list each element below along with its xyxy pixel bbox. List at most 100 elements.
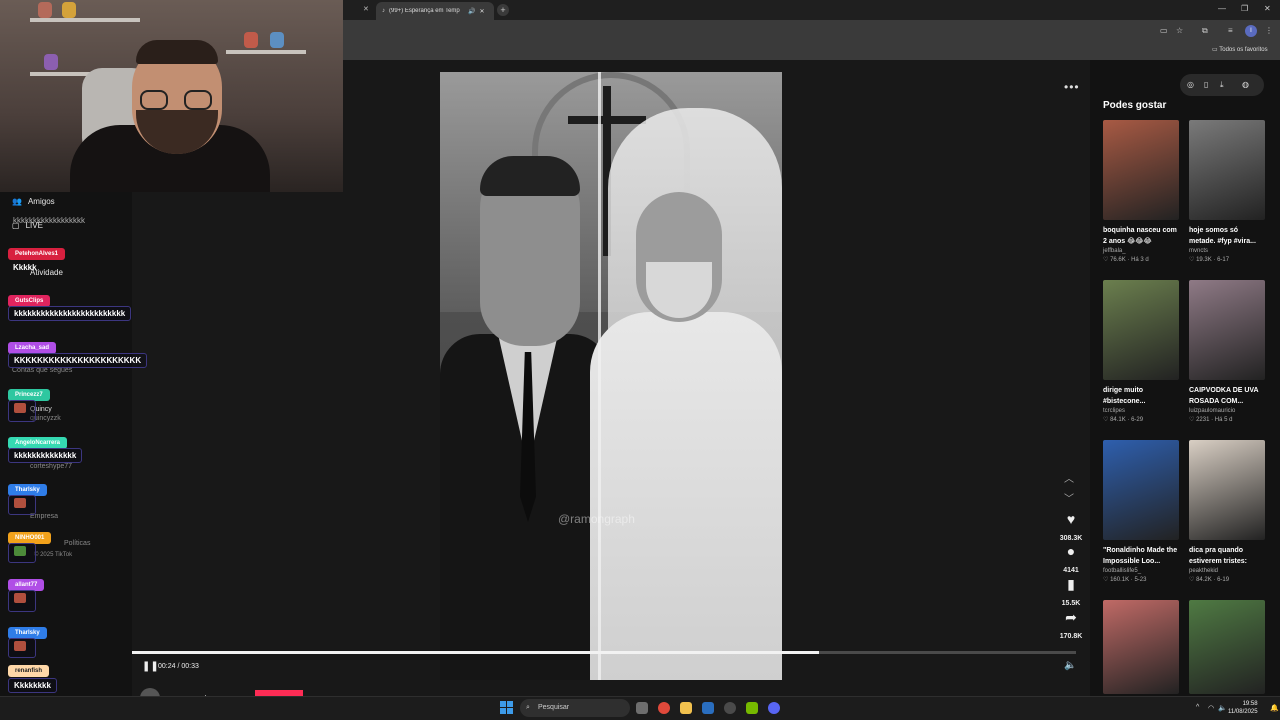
notifications-icon[interactable]: 🔔 [1270, 704, 1279, 712]
steam-icon[interactable] [702, 702, 714, 714]
tray-chevron-icon[interactable]: ^ [1196, 704, 1199, 711]
discord-icon[interactable] [768, 702, 780, 714]
torn-photo-line [598, 72, 601, 680]
close-icon[interactable]: ✕ [479, 8, 484, 15]
minimize-icon[interactable]: — [1218, 4, 1226, 13]
video-caption: CAIPVODKA DE UVA ROSADA COM... [1189, 387, 1259, 405]
suggested-video[interactable] [1103, 600, 1179, 694]
emote-image [14, 641, 26, 651]
crucifix-bar [568, 116, 646, 124]
chat-message [8, 400, 36, 422]
taskbar-clock[interactable]: 19:58 11/08/2025 [1228, 700, 1258, 716]
star-icon[interactable]: ☆ [1176, 26, 1183, 35]
chat-username: GutsClips [8, 289, 51, 307]
share-icon: ➦ [1065, 609, 1077, 625]
more-options-icon[interactable]: ••• [1064, 80, 1080, 94]
chevron-up-icon[interactable]: ︿ [1064, 470, 1074, 485]
video-thumbnail[interactable] [1103, 120, 1179, 220]
video-author: mvncts [1189, 248, 1209, 254]
suggested-video[interactable]: "Ronaldinho Made the Impossible Loo... f… [1103, 440, 1179, 583]
download-icon[interactable]: ⤓ [1220, 80, 1224, 90]
screen: 👥 Amigos ▢ LIVE Atividade Contas que seg… [0, 0, 1280, 720]
friends-icon: 👥 [12, 197, 22, 206]
speaker-icon[interactable]: 🔈 [1218, 704, 1227, 712]
figure [38, 2, 52, 18]
profile-avatar[interactable]: I [1245, 25, 1257, 37]
window-close-icon[interactable]: ✕ [1264, 4, 1271, 13]
phone-icon[interactable]: ▯ [1204, 80, 1208, 89]
comment-button[interactable]: ● 4141 [1056, 543, 1086, 577]
video-meta: ♡ 84.2K · 6-19 [1189, 577, 1230, 583]
wifi-icon[interactable]: ◠ [1208, 704, 1214, 712]
menu-icon[interactable]: ⋮ [1265, 26, 1273, 35]
like-button[interactable]: ♥ 308.3K [1056, 511, 1086, 545]
pause-icon[interactable]: ❚❚ [142, 661, 159, 672]
cast-icon[interactable]: ▭ [1160, 26, 1168, 35]
taskbar-search[interactable]: ⌕ Pesquisar [520, 699, 630, 717]
comment-count: 4141 [1063, 567, 1079, 574]
video-meta: ♡ 84.1K · 6-29 [1103, 417, 1144, 423]
video-thumbnail[interactable] [1189, 440, 1265, 540]
shelf [30, 18, 140, 22]
compass-icon[interactable]: ◎ [1187, 80, 1194, 89]
policies-link[interactable]: Políticas [64, 540, 90, 547]
video-frame[interactable]: @ramongraph [440, 72, 782, 680]
all-bookmarks[interactable]: ▭ Todos os favoritos [1212, 46, 1268, 53]
chat-username: Princezz7 [8, 383, 50, 401]
suggested-video[interactable]: hoje somos só metade. #fyp #vira... mvnc… [1189, 120, 1265, 263]
video-thumbnail[interactable] [1189, 600, 1265, 694]
file-explorer-icon[interactable] [680, 702, 692, 714]
suggested-video[interactable]: dica pra quando estiverem tristes: peakt… [1189, 440, 1265, 583]
video-author: tcrclipes [1103, 408, 1126, 414]
video-time: 00:24 / 00:33 [158, 663, 199, 670]
video-meta: ♡ 19.3K · 6-17 [1189, 257, 1230, 263]
heart-icon: ♡ [1189, 417, 1195, 423]
figure [270, 32, 284, 48]
suggested-video[interactable]: boquinha nasceu com 2 anos 😂😂😂 jeffbala_… [1103, 120, 1179, 263]
comment-icon: ● [1066, 543, 1076, 559]
video-thumbnail[interactable] [1189, 280, 1265, 380]
suggested-video[interactable] [1189, 600, 1265, 694]
video-meta: ♡ 76.6K · Há 3 d [1103, 257, 1149, 263]
video-thumbnail[interactable] [1103, 440, 1179, 540]
chat-message [8, 543, 36, 563]
app-icon[interactable] [724, 702, 736, 714]
new-tab-button[interactable]: + [497, 4, 509, 16]
chevron-down-icon[interactable]: ﹀ [1064, 490, 1074, 505]
volume-icon[interactable]: 🔈 [1064, 660, 1076, 671]
tiktok-icon: ♪ [382, 8, 385, 14]
video-watermark: @ramongraph [558, 512, 635, 526]
share-button[interactable]: ➦ 170.8K [1056, 609, 1086, 643]
video-meta: ♡ 160.1K · 5-23 [1103, 577, 1147, 583]
share-count: 170.8K [1059, 633, 1083, 640]
suggested-video[interactable]: CAIPVODKA DE UVA ROSADA COM... luizpaulo… [1189, 280, 1265, 423]
suggested-video[interactable]: dirige muito #bistecone... tcrclipes ♡ 8… [1103, 280, 1179, 423]
windows-start-icon[interactable] [500, 701, 513, 714]
close-icon[interactable]: ✕ [363, 5, 369, 13]
restore-icon[interactable]: ❐ [1241, 4, 1248, 13]
emote-image [14, 403, 26, 413]
media-icon[interactable]: ≡ [1228, 26, 1233, 35]
chat-username: allant77 [8, 573, 45, 591]
chrome-icon[interactable] [658, 702, 670, 714]
task-view-icon[interactable] [636, 702, 648, 714]
video-caption: hoje somos só metade. #fyp #vira... [1189, 227, 1256, 245]
browser-tab-active[interactable]: ♪ (99+) Esperança em Temp 🔊 ✕ [376, 2, 494, 20]
extensions-icon[interactable]: ⧉ [1202, 26, 1208, 36]
video-thumbnail[interactable] [1103, 600, 1179, 694]
save-button[interactable]: ▮ 15.5K [1056, 576, 1086, 610]
nvidia-icon[interactable] [746, 702, 758, 714]
chat-message: KKKKKKKKKKKKKKKKKKKKKK [8, 353, 148, 368]
video-progress-fill [132, 651, 819, 654]
chat-message-fragment: kkkkkkkkkkkkkkkkkk [13, 216, 85, 225]
nav-friends[interactable]: 👥 Amigos [12, 197, 55, 206]
figure [44, 54, 58, 70]
followed-name[interactable]: corteshype77 [30, 463, 72, 470]
emote-image [14, 546, 26, 556]
video-progress-bar[interactable] [132, 651, 1076, 654]
video-thumbnail[interactable] [1103, 280, 1179, 380]
video-thumbnail[interactable] [1189, 120, 1265, 220]
avatar-icon[interactable]: ◍ [1242, 80, 1249, 89]
emote-image [14, 593, 26, 603]
speaker-icon[interactable]: 🔊 [468, 8, 475, 15]
